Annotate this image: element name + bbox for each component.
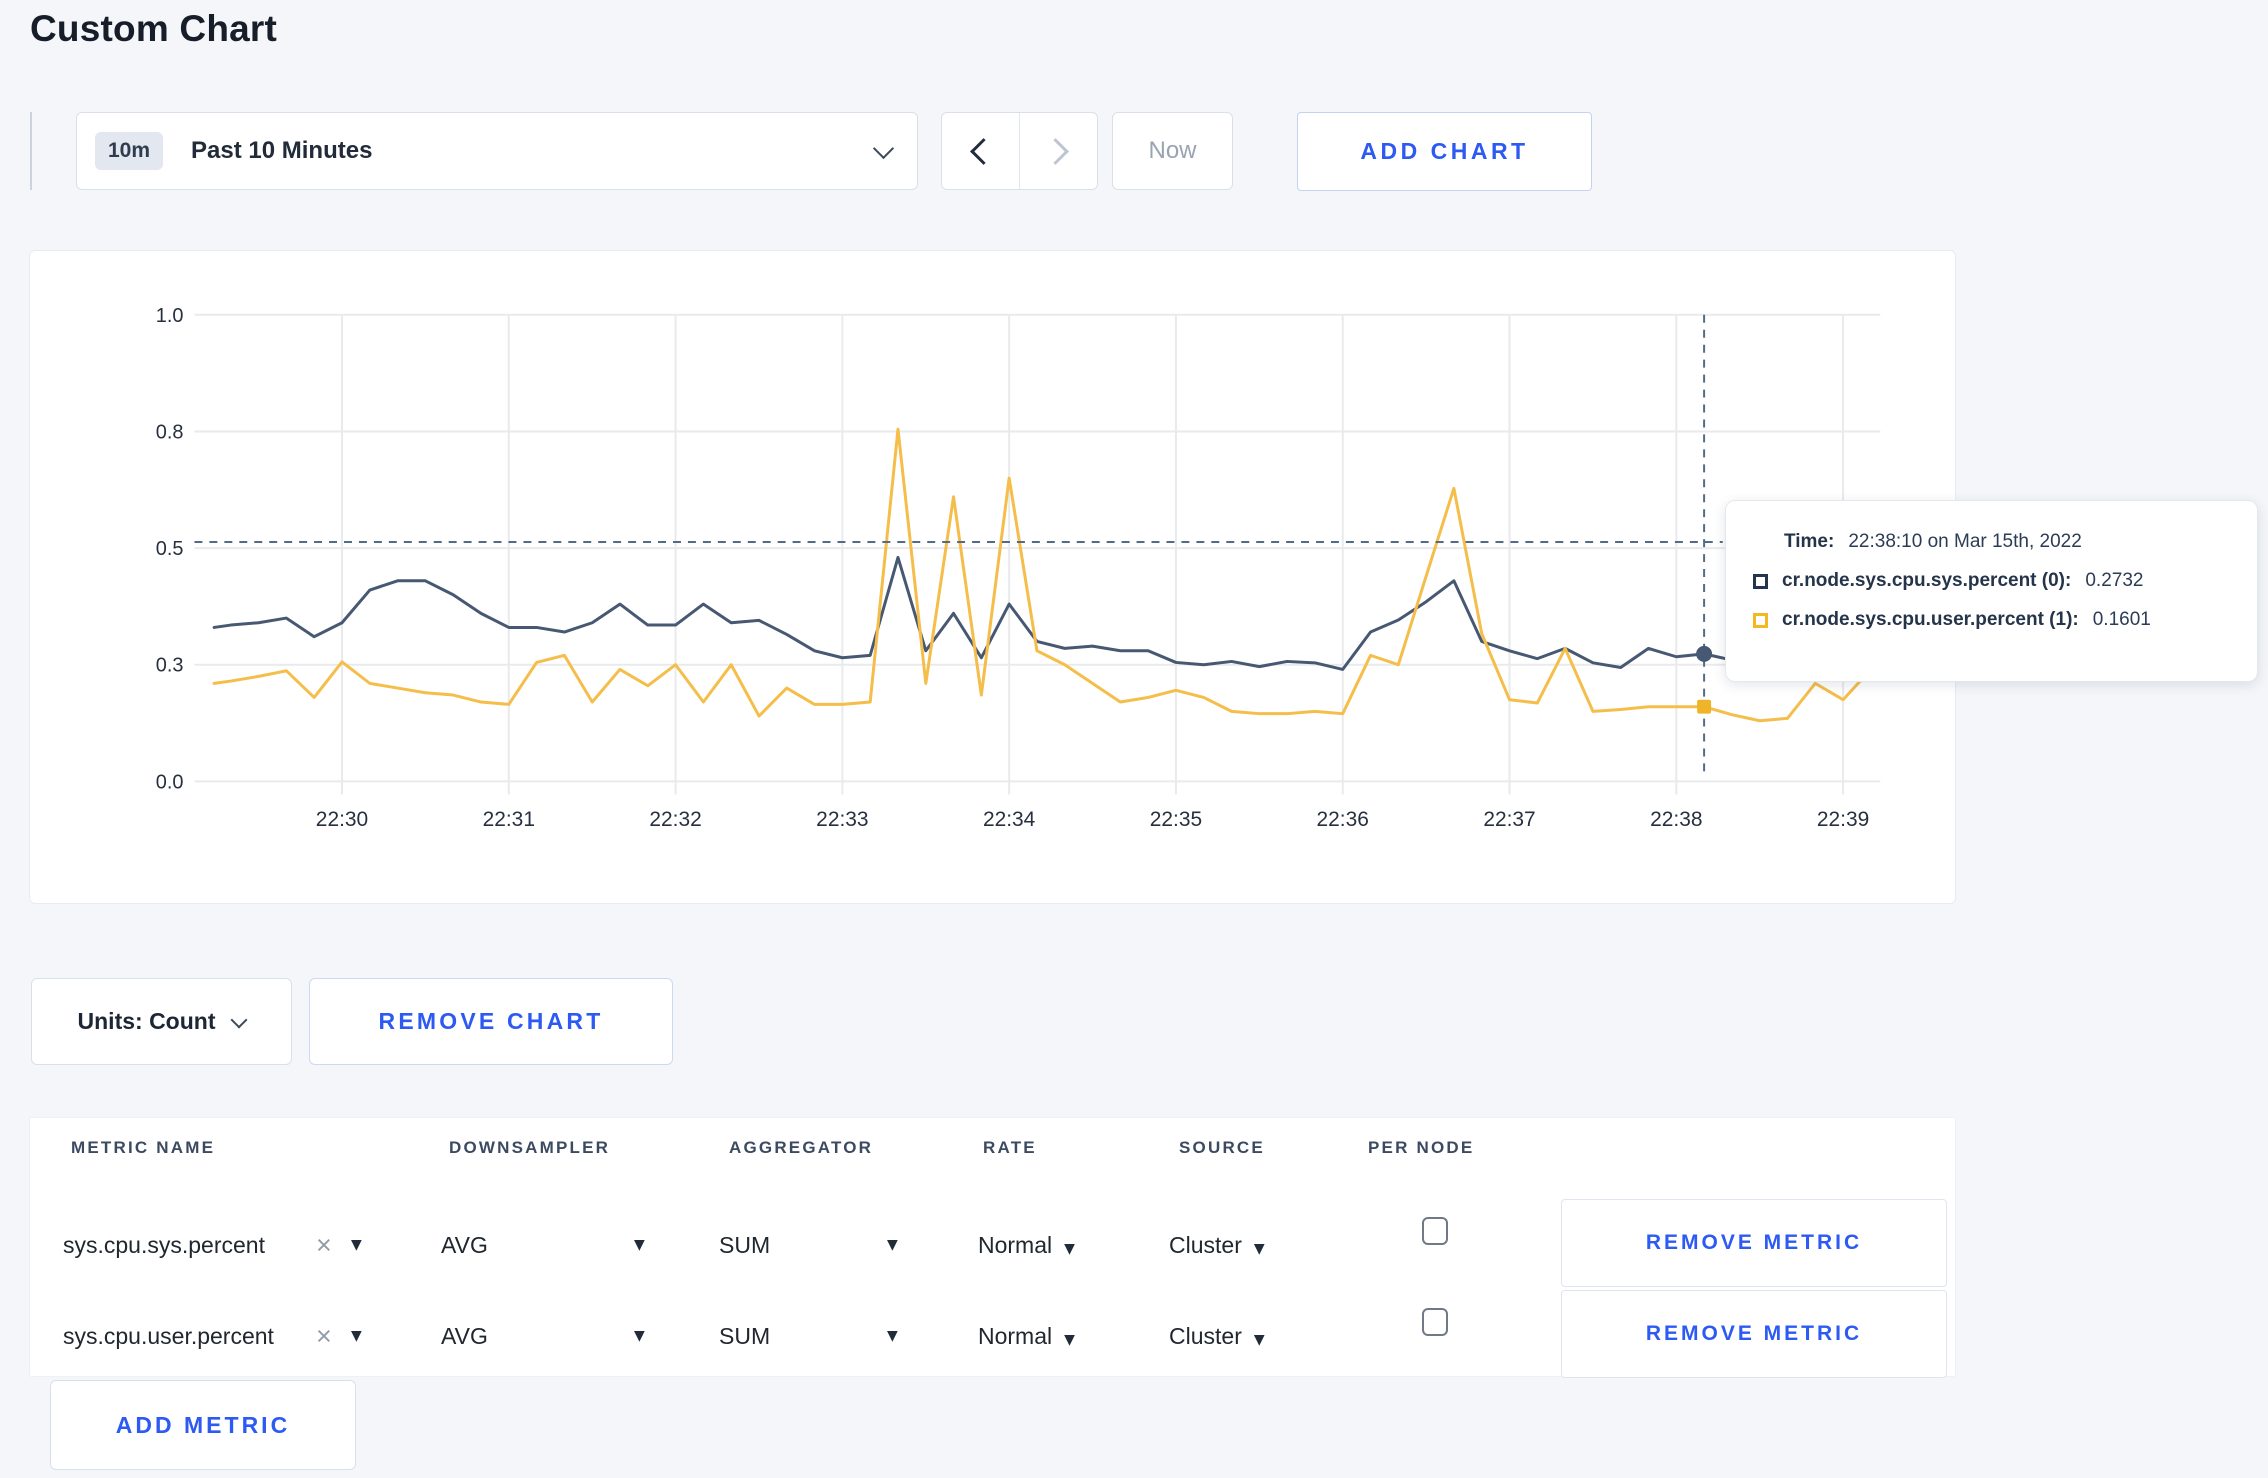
y-axis-tick-label: 1.0	[156, 305, 184, 327]
downsampler-caret-icon[interactable]: ▼	[634, 1229, 645, 1261]
remove-metric-x-icon[interactable]: ×	[316, 1229, 332, 1261]
chevron-left-icon	[970, 137, 997, 165]
x-axis-tick-label: 22:34	[983, 808, 1036, 831]
chevron-down-icon	[230, 1011, 248, 1028]
sys-series-hover-dot	[1696, 645, 1713, 662]
rate-caret-icon: ▼	[1064, 1332, 1075, 1348]
col-header-rate: RATE	[983, 1138, 1037, 1157]
sys-series-swatch-icon	[1753, 573, 1768, 589]
metric-dropdown-caret-icon[interactable]: ▼	[351, 1229, 362, 1261]
rate-select[interactable]: Normal ▼	[978, 1320, 1075, 1352]
next-interval-button[interactable]	[1019, 113, 1097, 189]
units-dropdown[interactable]: Units: Count	[31, 978, 292, 1065]
rate-caret-icon: ▼	[1064, 1241, 1075, 1257]
toolbar-divider	[30, 112, 32, 190]
rate-value: Normal	[978, 1323, 1053, 1349]
prev-interval-button[interactable]	[942, 113, 1019, 189]
rate-select[interactable]: Normal ▼	[978, 1229, 1075, 1261]
chart-tooltip: Time: 22:38:10 on Mar 15th, 2022 cr.node…	[1725, 500, 2258, 682]
x-axis-tick-label: 22:30	[316, 808, 368, 831]
tooltip-time-value: 22:38:10 on Mar 15th, 2022	[1848, 531, 2082, 552]
y-axis-tick-label: 0.0	[156, 771, 184, 793]
chart-card[interactable]: 1.0 0.8 0.5 0.3 0.0 22:30 22:31 22:32 22:33 22:34…	[29, 250, 1956, 904]
units-label: Units: Count	[77, 1008, 216, 1034]
page-title: Custom Chart	[30, 8, 278, 49]
time-range-dropdown[interactable]: 10m Past 10 Minutes	[76, 112, 918, 190]
x-axis-tick-label: 22:35	[1150, 808, 1202, 831]
series-line	[212, 555, 1881, 671]
chevron-down-icon	[872, 137, 895, 159]
series-line	[212, 427, 1881, 723]
metric-name-value[interactable]: sys.cpu.user.percent	[63, 1320, 274, 1352]
aggregator-caret-icon[interactable]: ▼	[887, 1320, 898, 1352]
col-header-downsampler: DOWNSAMPLER	[449, 1138, 611, 1157]
y-axis-tick-label: 0.5	[156, 538, 184, 560]
x-axis-tick-label: 22:39	[1817, 808, 1869, 831]
source-select[interactable]: Cluster ▼	[1169, 1229, 1265, 1261]
time-range-badge: 10m	[95, 132, 164, 170]
add-metric-button[interactable]: ADD METRIC	[50, 1380, 356, 1470]
aggregator-select[interactable]: SUM	[719, 1229, 770, 1261]
rate-value: Normal	[978, 1232, 1053, 1258]
downsampler-select[interactable]: AVG	[441, 1320, 488, 1352]
source-value: Cluster	[1169, 1323, 1242, 1349]
source-select[interactable]: Cluster ▼	[1169, 1320, 1265, 1352]
x-axis-tick-label: 22:36	[1317, 808, 1369, 831]
tooltip-user-label: cr.node.sys.cpu.user.percent (1):	[1782, 609, 2079, 630]
x-axis-tick-label: 22:32	[649, 808, 701, 831]
source-caret-icon: ▼	[1253, 1332, 1265, 1348]
downsampler-caret-icon[interactable]: ▼	[634, 1320, 645, 1352]
metric-name-value[interactable]: sys.cpu.sys.percent	[63, 1229, 265, 1261]
aggregator-select[interactable]: SUM	[719, 1320, 770, 1352]
col-header-source: SOURCE	[1179, 1138, 1265, 1157]
col-header-per-node: PER NODE	[1368, 1138, 1475, 1157]
remove-metric-button[interactable]: REMOVE METRIC	[1561, 1199, 1947, 1287]
metric-dropdown-caret-icon[interactable]: ▼	[351, 1320, 362, 1352]
remove-chart-button[interactable]: REMOVE CHART	[309, 978, 673, 1065]
chevron-right-icon	[1042, 137, 1069, 165]
x-axis-tick-label: 22:33	[816, 808, 868, 831]
time-range-label: Past 10 Minutes	[191, 137, 373, 164]
col-header-metric-name: METRIC NAME	[71, 1138, 216, 1157]
user-series-hover-dot	[1697, 699, 1712, 714]
aggregator-caret-icon[interactable]: ▼	[887, 1229, 898, 1261]
x-axis-tick-label: 22:31	[483, 808, 535, 831]
tooltip-time-row: Time: 22:38:10 on Mar 15th, 2022	[1784, 531, 2257, 553]
tooltip-sys-label: cr.node.sys.cpu.sys.percent (0):	[1782, 570, 2072, 591]
x-axis-tick-label: 22:38	[1650, 808, 1702, 831]
remove-metric-x-icon[interactable]: ×	[316, 1320, 332, 1352]
y-axis-tick-label: 0.3	[156, 655, 184, 677]
y-axis-tick-label: 0.8	[156, 421, 184, 443]
add-chart-button[interactable]: ADD CHART	[1297, 112, 1592, 191]
now-button[interactable]: Now	[1112, 112, 1233, 190]
tooltip-series-row: cr.node.sys.cpu.user.percent (1): 0.1601	[1753, 609, 2257, 631]
time-step-button-group	[941, 112, 1098, 190]
user-series-swatch-icon	[1753, 612, 1768, 628]
downsampler-select[interactable]: AVG	[441, 1229, 488, 1261]
tooltip-user-value: 0.1601	[2092, 609, 2151, 630]
source-caret-icon: ▼	[1253, 1241, 1265, 1257]
col-header-aggregator: AGGREGATOR	[729, 1138, 874, 1157]
remove-metric-button[interactable]: REMOVE METRIC	[1561, 1290, 1947, 1378]
source-value: Cluster	[1169, 1232, 1242, 1258]
per-node-checkbox[interactable]	[1422, 1217, 1448, 1245]
x-axis-tick-label: 22:37	[1483, 808, 1535, 831]
tooltip-series-row: cr.node.sys.cpu.sys.percent (0): 0.2732	[1753, 570, 2257, 592]
tooltip-sys-value: 0.2732	[2085, 570, 2144, 591]
per-node-checkbox[interactable]	[1422, 1308, 1448, 1336]
tooltip-time-label: Time:	[1784, 531, 1835, 552]
cpu-line-chart: 1.0 0.8 0.5 0.3 0.0 22:30 22:31 22:32 22:33 22:34…	[156, 305, 1881, 831]
metrics-table: METRIC NAME DOWNSAMPLER AGGREGATOR RATE …	[29, 1117, 1956, 1378]
